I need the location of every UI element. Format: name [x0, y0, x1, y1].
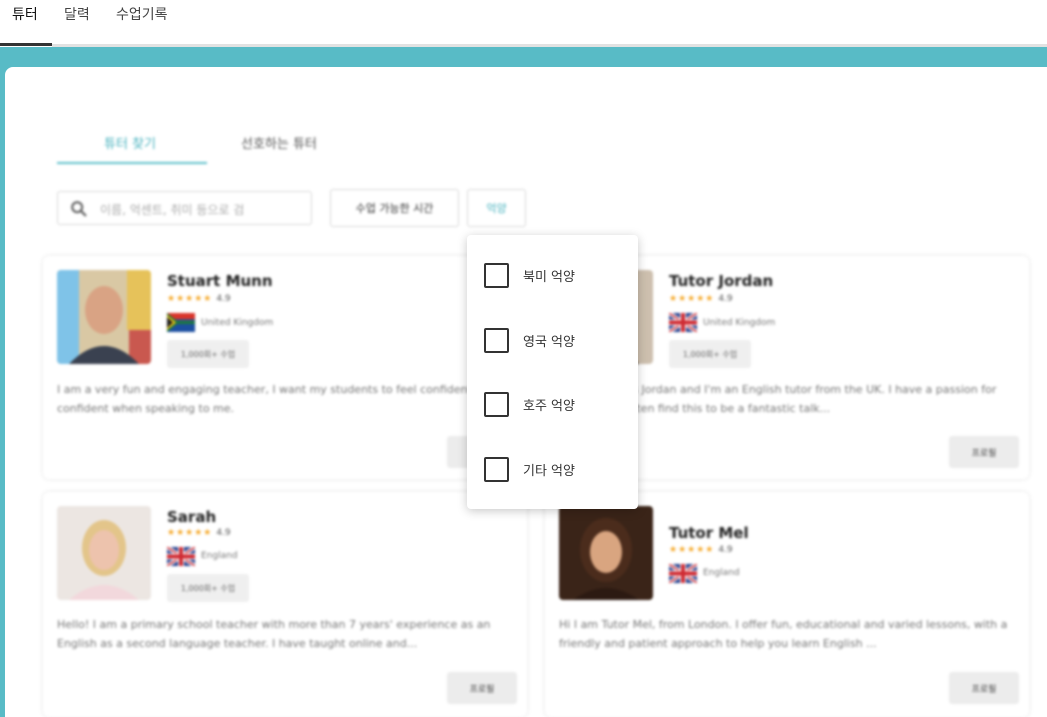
lesson-count-badge: 1,000회+ 수업	[167, 574, 249, 602]
tutor-rating: ★★★★★ 4.9	[167, 528, 231, 538]
tutor-rating: ★★★★★ 4.9	[669, 294, 733, 304]
option-label: 북미 억양	[523, 269, 575, 285]
tutor-country: England	[703, 568, 740, 578]
lesson-count-badge: 1,000회+ 수업	[669, 340, 751, 368]
search-input[interactable]: 이름, 억센트, 취미 등으로 검	[57, 191, 312, 225]
tutor-bio: Hi I am Tutor Mel, from London. I offer …	[559, 618, 1008, 650]
accent-filter-button[interactable]: 억양	[467, 189, 526, 227]
checkbox[interactable]	[484, 262, 509, 288]
option-label: 영국 억양	[523, 334, 575, 350]
accent-dropdown: 북미 억양 영국 억양 호주 억양 기타 억양	[467, 235, 638, 509]
tutor-photo	[57, 270, 151, 364]
accent-option-british[interactable]: 영국 억양	[484, 327, 575, 353]
tutor-photo	[559, 506, 653, 600]
tab-find-tutor[interactable]: 튜터 찾기	[104, 133, 156, 152]
profile-button[interactable]: 프로필	[447, 672, 517, 704]
option-label: 호주 억양	[523, 398, 575, 414]
tutor-country: United Kingdom	[201, 318, 274, 328]
accent-option-australian[interactable]: 호주 억양	[484, 391, 575, 417]
tutor-card[interactable]: Stuart Munn ★★★★★ 4.9 United Kingdom 1,00…	[43, 256, 527, 479]
checkbox[interactable]	[484, 391, 509, 417]
accent-option-other[interactable]: 기타 억양	[484, 456, 575, 482]
tutor-bio: I am a very fun and engaging teacher, I …	[57, 383, 496, 415]
uk-flag-icon	[669, 564, 697, 583]
available-time-filter-button[interactable]: 수업 가능한 시간	[330, 189, 459, 227]
tutor-card[interactable]: Tutor Mel ★★★★★ 4.9 England Hi I am Tutor…	[545, 492, 1029, 717]
tutor-country: United Kingdom	[703, 318, 776, 328]
accent-option-north-american[interactable]: 북미 억양	[484, 262, 575, 288]
tutor-bio: Hello! I am a primary school teacher wit…	[57, 618, 491, 650]
tab-active-underline	[57, 162, 207, 164]
checkbox[interactable]	[484, 456, 509, 482]
checkbox[interactable]	[484, 327, 509, 353]
profile-button[interactable]: 프로필	[949, 672, 1019, 704]
tutor-rating: ★★★★★ 4.9	[669, 545, 733, 555]
tab-favorite-tutors[interactable]: 선호하는 튜터	[241, 133, 317, 152]
lesson-count-badge: 1,000회+ 수업	[167, 340, 249, 368]
tutor-card[interactable]: Sarah ★★★★★ 4.9 England 1,000회+ 수업 Hello!…	[43, 492, 527, 717]
tutor-name: Tutor Jordan	[669, 272, 774, 290]
tutor-name: Stuart Munn	[167, 272, 273, 290]
profile-button[interactable]: 프로필	[949, 436, 1019, 468]
uk-flag-icon	[669, 313, 697, 332]
tutor-photo	[57, 506, 151, 600]
tutor-name: Sarah	[167, 508, 217, 526]
option-label: 기타 억양	[523, 463, 575, 479]
tutor-country: England	[201, 551, 238, 561]
search-placeholder: 이름, 억센트, 취미 등으로 검	[100, 203, 245, 217]
tutor-rating: ★★★★★ 4.9	[167, 294, 231, 304]
uk-flag-icon	[167, 547, 195, 566]
search-icon	[71, 201, 87, 217]
south-africa-flag-icon	[167, 313, 195, 332]
tutor-name: Tutor Mel	[669, 524, 749, 542]
